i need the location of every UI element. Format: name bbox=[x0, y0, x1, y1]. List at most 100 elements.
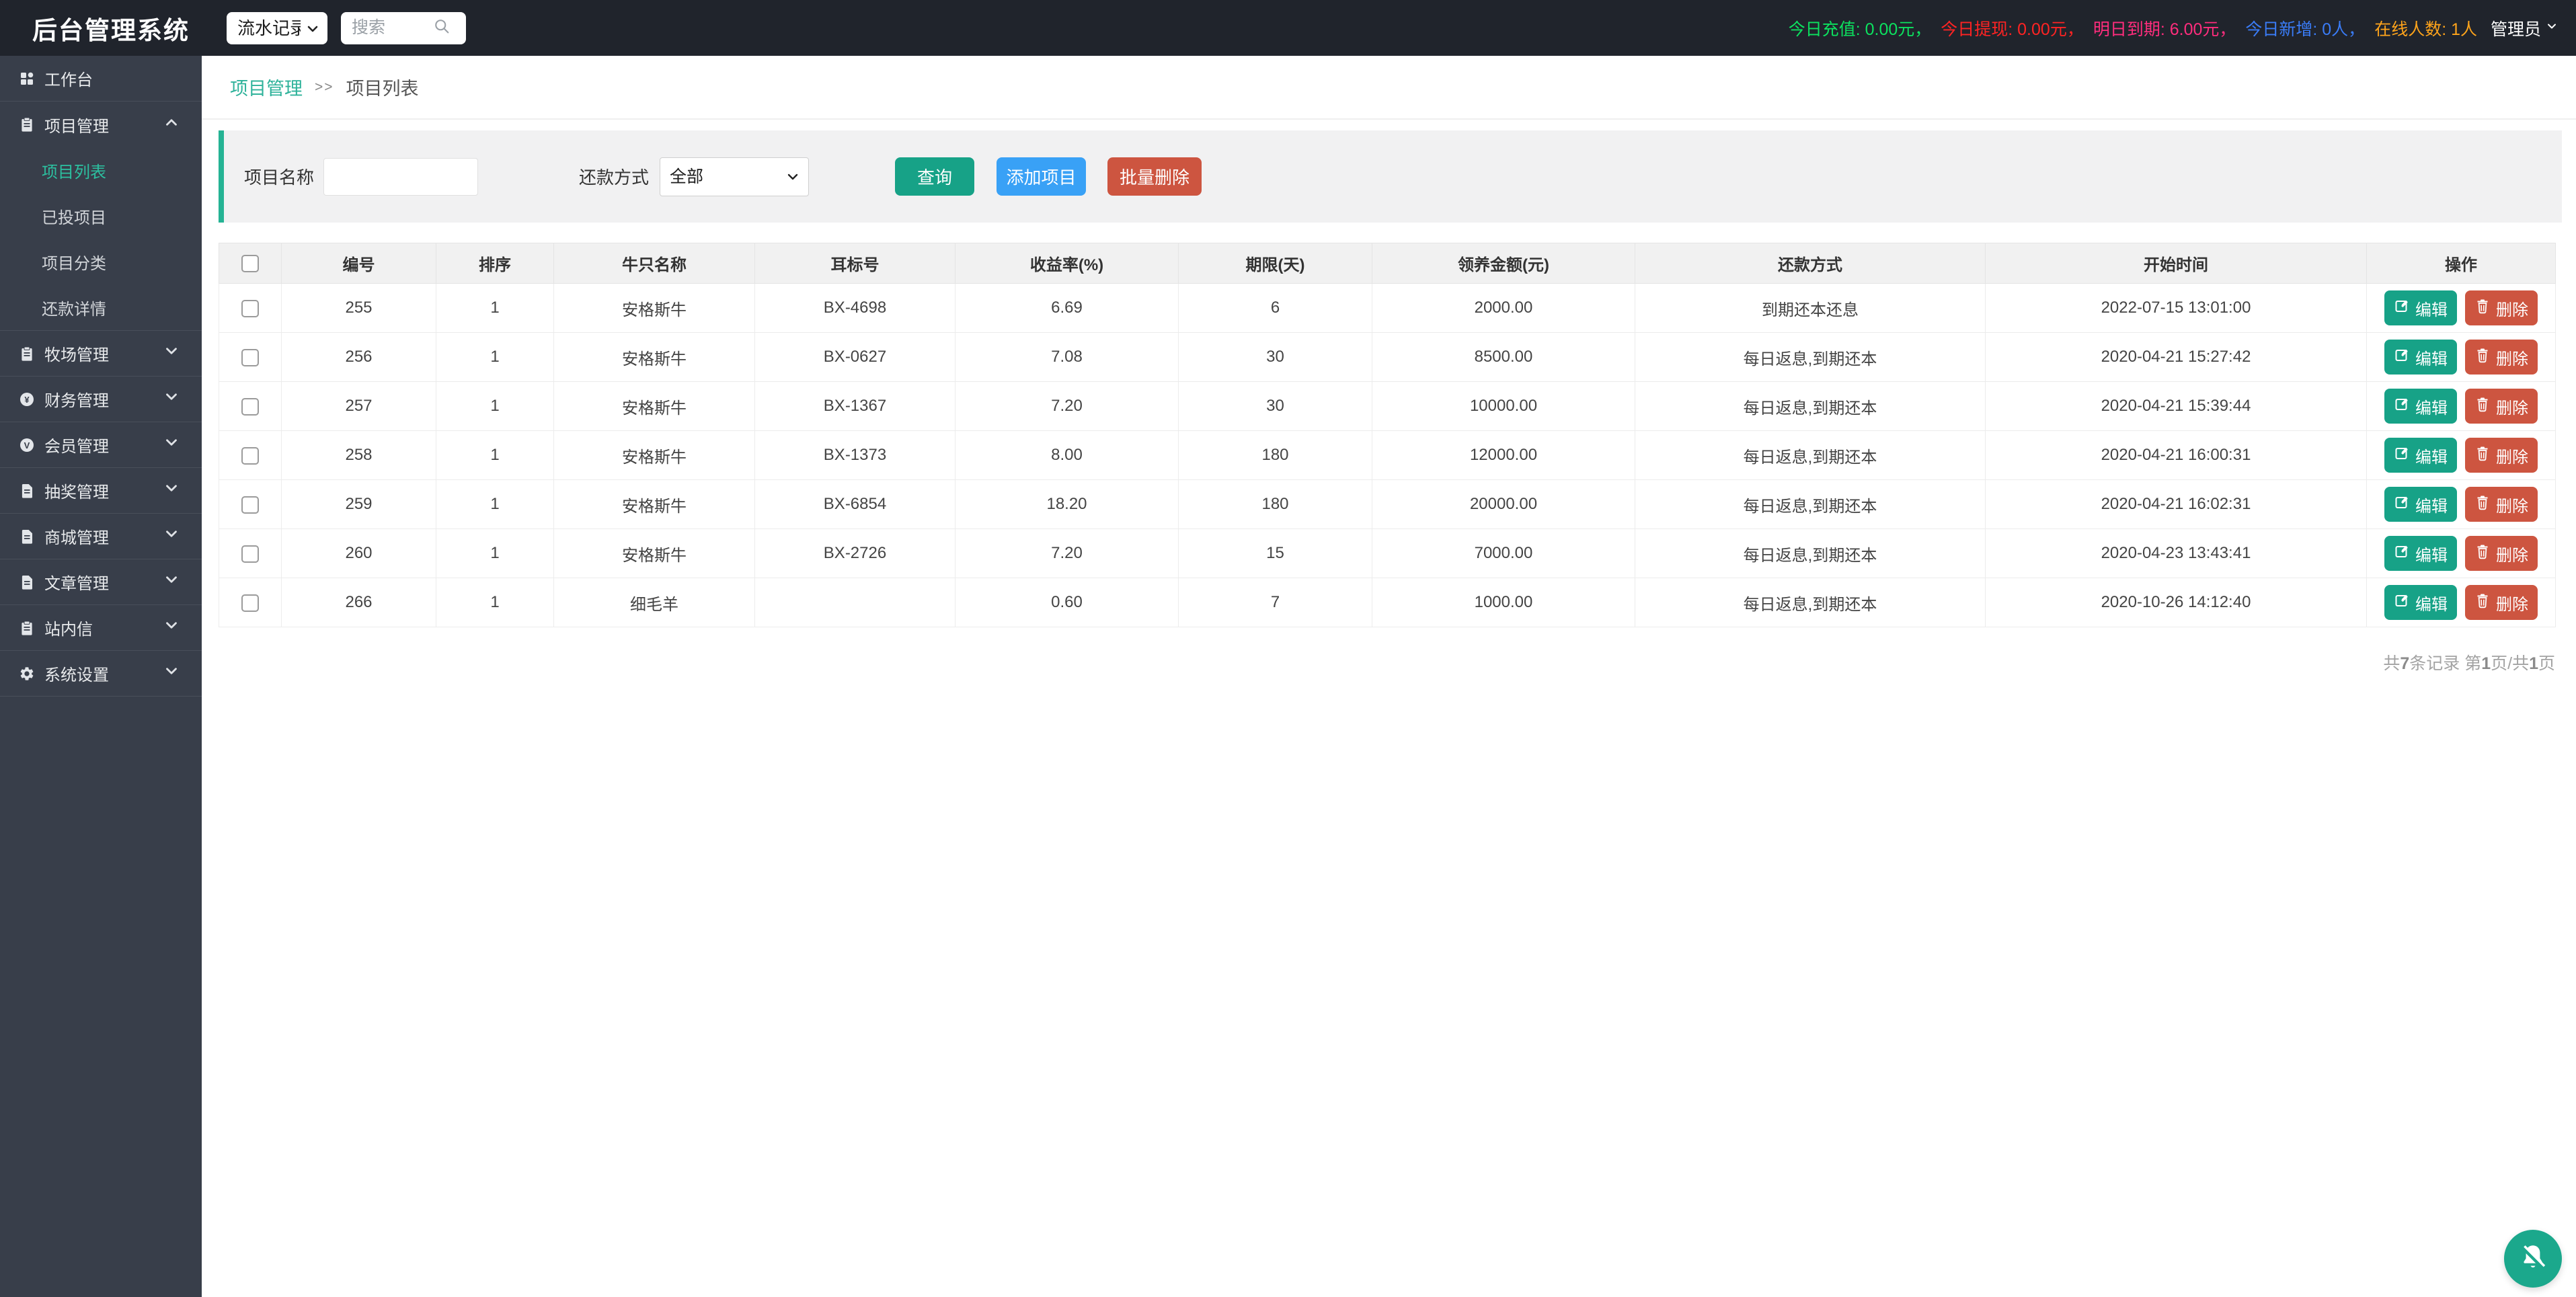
cell-repay: 每日返息,到期还本 bbox=[1635, 431, 1986, 480]
sidebar-item-label: 牧场管理 bbox=[44, 342, 109, 365]
edit-icon bbox=[2394, 494, 2410, 515]
cell-ear-tag: BX-6854 bbox=[755, 480, 955, 529]
sidebar-subitem-project-category[interactable]: 项目分类 bbox=[0, 239, 202, 284]
cell-start-time: 2022-07-15 13:01:00 bbox=[1986, 284, 2367, 333]
pagination-segment: 页 bbox=[2538, 654, 2555, 673]
cell-amount: 20000.00 bbox=[1372, 480, 1635, 529]
search-input[interactable] bbox=[352, 18, 432, 38]
breadcrumb: 项目管理 >> 项目列表 bbox=[202, 56, 2576, 120]
edit-button[interactable]: 编辑 bbox=[2384, 290, 2457, 325]
row-checkbox[interactable] bbox=[241, 594, 259, 612]
delete-button[interactable]: 删除 bbox=[2465, 340, 2538, 375]
trash-icon bbox=[2474, 592, 2491, 613]
cell-rate: 7.08 bbox=[955, 333, 1179, 382]
edit-label: 编辑 bbox=[2415, 346, 2448, 369]
row-checkbox[interactable] bbox=[241, 300, 259, 317]
row-checkbox[interactable] bbox=[241, 447, 259, 465]
sidebar-item-site-message[interactable]: 站内信 bbox=[0, 605, 202, 651]
chevron-down-icon bbox=[2545, 18, 2559, 38]
sidebar-item-label: 系统设置 bbox=[44, 662, 109, 685]
project-table: 编号 排序 牛只名称 耳标号 收益率(%) 期限(天) 领养金额(元) 还款方式… bbox=[219, 243, 2556, 627]
module-select-wrap: 流水记录 bbox=[227, 12, 327, 44]
cell-repay: 每日返息,到期还本 bbox=[1635, 480, 1986, 529]
edit-button[interactable]: 编辑 bbox=[2384, 438, 2457, 473]
sidebar-item-system-settings[interactable]: 系统设置 bbox=[0, 651, 202, 697]
edit-button[interactable]: 编辑 bbox=[2384, 585, 2457, 620]
topbar-stats: 今日充值: 0.00元， 今日提现: 0.00元， 明日到期: 6.00元， 今… bbox=[1779, 16, 2559, 40]
clipboard-icon bbox=[19, 116, 35, 132]
sidebar-item-ranch-mgmt[interactable]: 牧场管理 bbox=[0, 331, 202, 377]
cell-actions: 编辑删除 bbox=[2367, 431, 2556, 480]
sidebar-subitem-project-list[interactable]: 项目列表 bbox=[0, 147, 202, 193]
delete-button[interactable]: 删除 bbox=[2465, 487, 2538, 522]
delete-label: 删除 bbox=[2496, 493, 2528, 516]
project-name-label: 项目名称 bbox=[244, 164, 314, 189]
cell-start-time: 2020-04-21 16:00:31 bbox=[1986, 431, 2367, 480]
edit-button[interactable]: 编辑 bbox=[2384, 536, 2457, 571]
sidebar-item-lottery-mgmt[interactable]: 抽奖管理 bbox=[0, 468, 202, 514]
cell-checkbox bbox=[219, 480, 282, 529]
sidebar-item-finance-mgmt[interactable]: ¥ 财务管理 bbox=[0, 377, 202, 422]
sidebar-item-label: 商城管理 bbox=[44, 524, 109, 548]
delete-button[interactable]: 删除 bbox=[2465, 290, 2538, 325]
cell-rate: 8.00 bbox=[955, 431, 1179, 480]
cell-ear-tag bbox=[755, 578, 955, 627]
row-checkbox[interactable] bbox=[241, 398, 259, 416]
cell-rate: 7.20 bbox=[955, 529, 1179, 578]
cell-repay: 每日返息,到期还本 bbox=[1635, 578, 1986, 627]
repay-method-select[interactable]: 全部 bbox=[660, 157, 809, 196]
select-all-checkbox[interactable] bbox=[241, 255, 259, 272]
app-title: 后台管理系统 bbox=[32, 10, 190, 46]
cell-ear-tag: BX-0627 bbox=[755, 333, 955, 382]
clipboard-icon bbox=[19, 346, 35, 362]
sidebar-item-workbench[interactable]: 工作台 bbox=[0, 56, 202, 102]
cell-cow-name: 安格斯牛 bbox=[554, 284, 755, 333]
sidebar-item-project-mgmt[interactable]: 项目管理 bbox=[0, 102, 202, 147]
module-select[interactable]: 流水记录 bbox=[227, 12, 327, 44]
breadcrumb-parent-link[interactable]: 项目管理 bbox=[230, 74, 303, 100]
sidebar-item-label: 抽奖管理 bbox=[44, 479, 109, 502]
delete-button[interactable]: 删除 bbox=[2465, 389, 2538, 424]
search-icon bbox=[432, 17, 451, 39]
sidebar-item-mall-mgmt[interactable]: 商城管理 bbox=[0, 514, 202, 559]
query-button[interactable]: 查询 bbox=[895, 157, 974, 196]
trash-icon bbox=[2474, 543, 2491, 564]
edit-button[interactable]: 编辑 bbox=[2384, 389, 2457, 424]
row-checkbox[interactable] bbox=[241, 349, 259, 366]
bell-off-icon bbox=[2517, 1241, 2549, 1277]
sidebar-item-article-mgmt[interactable]: 文章管理 bbox=[0, 559, 202, 605]
delete-button[interactable]: 删除 bbox=[2465, 585, 2538, 620]
chevron-down-icon bbox=[163, 525, 180, 547]
cell-days: 15 bbox=[1179, 529, 1372, 578]
sidebar-item-label: 会员管理 bbox=[44, 433, 109, 457]
admin-menu[interactable]: 管理员 bbox=[2491, 16, 2559, 40]
cell-days: 6 bbox=[1179, 284, 1372, 333]
row-checkbox[interactable] bbox=[241, 545, 259, 563]
cell-days: 7 bbox=[1179, 578, 1372, 627]
delete-button[interactable]: 删除 bbox=[2465, 438, 2538, 473]
mute-notifications-button[interactable] bbox=[2504, 1230, 2562, 1288]
edit-icon bbox=[2394, 543, 2410, 564]
sidebar-item-member-mgmt[interactable]: V 会员管理 bbox=[0, 422, 202, 468]
cell-repay: 每日返息,到期还本 bbox=[1635, 529, 1986, 578]
repay-method-label: 还款方式 bbox=[579, 164, 649, 189]
delete-label: 删除 bbox=[2496, 297, 2528, 320]
stat-today-recharge: 今日充值: 0.00元， bbox=[1789, 16, 1932, 40]
cell-rate: 6.69 bbox=[955, 284, 1179, 333]
chevron-down-icon bbox=[163, 571, 180, 593]
add-project-button[interactable]: 添加项目 bbox=[997, 157, 1086, 196]
row-checkbox[interactable] bbox=[241, 496, 259, 514]
project-name-input[interactable] bbox=[323, 158, 478, 196]
cell-sort: 1 bbox=[436, 431, 554, 480]
edit-button[interactable]: 编辑 bbox=[2384, 487, 2457, 522]
pagination-summary: 共7条记录 第1页/共1页 bbox=[219, 650, 2555, 674]
yen-circle-icon: ¥ bbox=[19, 391, 35, 407]
edit-button[interactable]: 编辑 bbox=[2384, 340, 2457, 375]
sidebar-subitem-repayment-detail[interactable]: 还款详情 bbox=[0, 284, 202, 330]
table-row: 266 1 细毛羊 0.60 7 1000.00 每日返息,到期还本 2020-… bbox=[219, 578, 2556, 627]
sidebar-subitem-invested-projects[interactable]: 已投项目 bbox=[0, 193, 202, 239]
delete-button[interactable]: 删除 bbox=[2465, 536, 2538, 571]
cell-cow-name: 细毛羊 bbox=[554, 578, 755, 627]
column-header-start-time: 开始时间 bbox=[1986, 243, 2367, 284]
batch-delete-button[interactable]: 批量删除 bbox=[1107, 157, 1202, 196]
